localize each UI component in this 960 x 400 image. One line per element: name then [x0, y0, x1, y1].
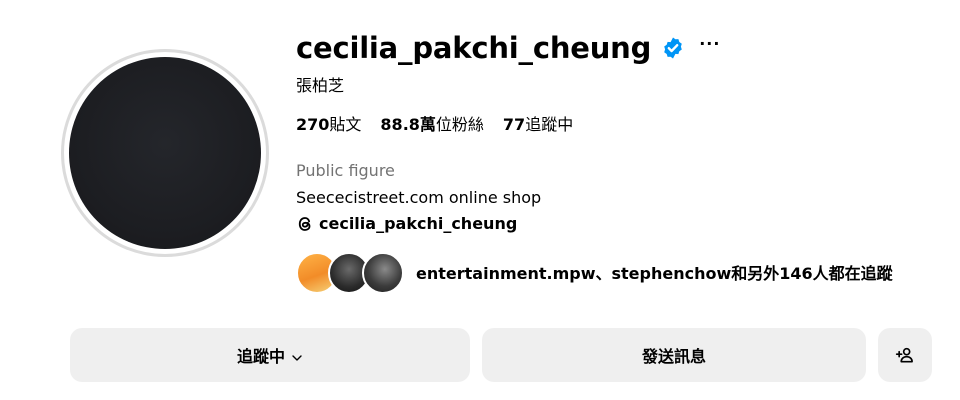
posts-value: 270 [296, 115, 330, 134]
following-button-label: 追蹤中 [236, 347, 285, 366]
more-options-icon[interactable]: ··· [699, 36, 720, 52]
following-button[interactable]: 追蹤中 [70, 328, 470, 382]
verified-badge-icon [661, 36, 685, 60]
followers-label: 位粉絲 [435, 115, 484, 134]
posts-label: 貼文 [329, 115, 362, 134]
mutual-followers-avatars [296, 252, 408, 294]
add-person-icon [895, 345, 915, 365]
followed-by[interactable]: entertainment.mpw、stephenchow和另外146人都在追蹤 [296, 252, 893, 294]
profile-category: Public figure [296, 161, 395, 180]
posts-count: 270貼文 [296, 111, 361, 135]
following-count[interactable]: 77追蹤中 [503, 111, 573, 135]
threads-icon [296, 215, 314, 233]
mutual-follower-avatar [362, 252, 404, 294]
threads-link[interactable]: cecilia_pakchi_cheung [296, 214, 517, 233]
followers-count[interactable]: 88.8萬位粉絲 [380, 111, 484, 135]
profile-stats: 270貼文 88.8萬位粉絲 77追蹤中 [296, 111, 573, 135]
username-row: cecilia_pakchi_cheung ··· [296, 26, 720, 70]
username: cecilia_pakchi_cheung [296, 30, 652, 65]
chevron-down-icon [291, 349, 303, 361]
threads-handle: cecilia_pakchi_cheung [319, 214, 518, 233]
send-message-label: 發送訊息 [641, 347, 706, 366]
following-value: 77 [502, 115, 526, 134]
profile-page: cecilia_pakchi_cheung ··· 張柏芝 270貼文 88.8… [0, 0, 960, 400]
send-message-button[interactable]: 發送訊息 [482, 328, 866, 382]
followers-value: 88.8萬 [380, 115, 436, 134]
following-label: 追蹤中 [525, 115, 574, 134]
profile-avatar[interactable] [69, 57, 261, 249]
profile-bio: Seececistreet.com online shop [296, 188, 542, 207]
followed-by-text: entertainment.mpw、stephenchow和另外146人都在追蹤 [416, 264, 893, 283]
full-name: 張柏芝 [296, 76, 345, 95]
suggested-users-button[interactable] [878, 328, 932, 382]
